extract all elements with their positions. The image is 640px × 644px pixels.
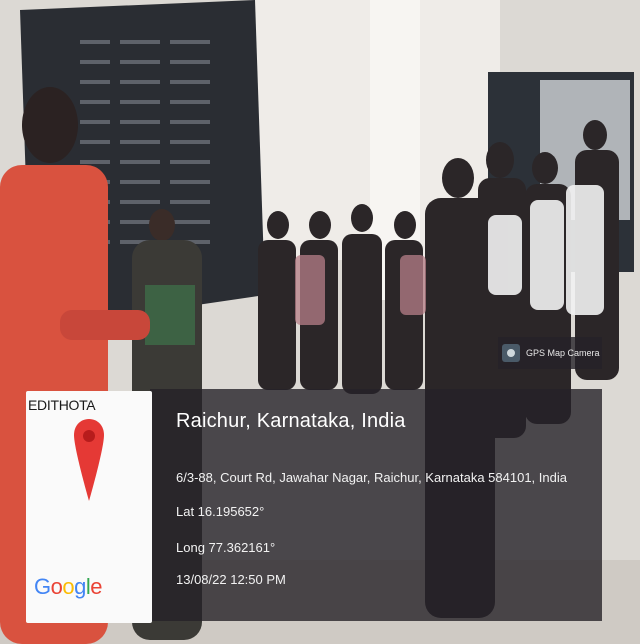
location-city: Raichur, Karnataka, India (176, 410, 406, 432)
location-datetime: 13/08/22 12:50 PM (176, 572, 286, 587)
google-logo: Google (34, 574, 103, 599)
location-address: 6/3-88, Court Rd, Jawahar Nagar, Raichur… (176, 470, 567, 485)
gps-map-camera-tag: GPS Map Camera (498, 337, 602, 369)
location-longitude: Long 77.362161° (176, 540, 276, 555)
location-latitude: Lat 16.195652° (176, 504, 265, 519)
map-thumbnail-card: EDITHOTA Google (26, 391, 152, 623)
camera-icon (502, 344, 520, 362)
map-pin-icon (74, 419, 104, 501)
gps-map-camera-label: GPS Map Camera (526, 348, 600, 358)
map-place-name: EDITHOTA (28, 397, 96, 413)
